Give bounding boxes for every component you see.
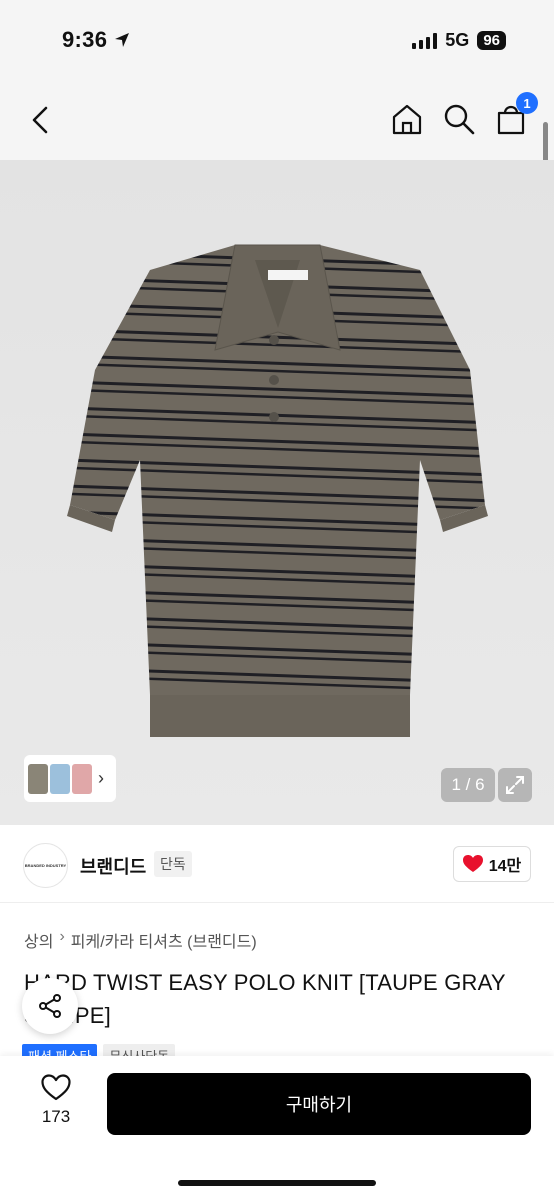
back-button[interactable] (24, 102, 58, 138)
thumbnail-strip[interactable]: › (24, 755, 116, 802)
search-icon (444, 104, 475, 135)
brand-logo[interactable]: BRANDED INDUSTRY (23, 843, 68, 888)
exclusive-tag: 단독 (154, 851, 192, 877)
breadcrumb-item-category[interactable]: 상의 (24, 928, 53, 952)
share-button[interactable] (22, 978, 78, 1034)
heart-filled-icon (462, 855, 483, 872)
time-text: 9:36 (62, 27, 108, 52)
thumbnail-blue[interactable] (50, 763, 70, 794)
expand-icon (506, 776, 524, 794)
breadcrumb-item-subcategory[interactable]: 피케/카라 티셔츠 (브랜디드) (71, 928, 257, 952)
product-image-gallery[interactable]: › 1 / 6 (0, 160, 554, 825)
heart-outline-icon (41, 1074, 71, 1101)
battery-indicator: 96 (477, 31, 506, 50)
status-indicators: 5G 96 (412, 30, 506, 51)
breadcrumb: 상의 › 피케/카라 티셔츠 (브랜디드) (24, 928, 257, 952)
brand-logo-text: BRANDED INDUSTRY (24, 863, 67, 868)
share-icon (39, 994, 61, 1018)
chevron-right-icon: › (98, 768, 104, 788)
cart-button[interactable]: 1 (494, 92, 538, 136)
brand-like-count: 14만 (488, 858, 522, 875)
product-title: HARD TWIST EASY POLO KNIT [TAUPE GRAY ST… (24, 970, 506, 1028)
home-button[interactable] (390, 102, 424, 136)
expand-image-button[interactable] (498, 768, 532, 802)
image-counter: 1 / 6 (441, 768, 495, 802)
bottom-action-bar: 173 구매하기 (0, 1056, 554, 1200)
status-bar: 9:36 5G 96 (0, 0, 554, 80)
wishlist-count: 173 (41, 1107, 71, 1126)
home-indicator (178, 1180, 376, 1186)
brand-like-button[interactable]: 14만 (453, 846, 531, 882)
brand-row: BRANDED INDUSTRY 브랜디드 단독 14만 (0, 825, 554, 903)
search-button[interactable] (442, 102, 476, 136)
chevron-right-icon: › (59, 928, 65, 945)
back-chevron-icon (32, 106, 48, 134)
cart-count-badge: 1 (516, 92, 538, 114)
status-time: 9:36 (62, 27, 131, 53)
thumbnail-taupe[interactable] (28, 763, 48, 794)
location-arrow-icon (115, 33, 130, 47)
thumbnail-pink[interactable] (72, 763, 92, 794)
wishlist-button[interactable]: 173 (26, 1074, 86, 1144)
top-nav-bar: 1 (0, 80, 554, 160)
network-type: 5G (445, 30, 470, 50)
brand-name[interactable]: 브랜디드 (80, 853, 146, 879)
home-icon (392, 104, 422, 135)
cellular-signal-icon (412, 32, 438, 49)
buy-button[interactable]: 구매하기 (107, 1073, 531, 1135)
product-image (67, 244, 488, 737)
